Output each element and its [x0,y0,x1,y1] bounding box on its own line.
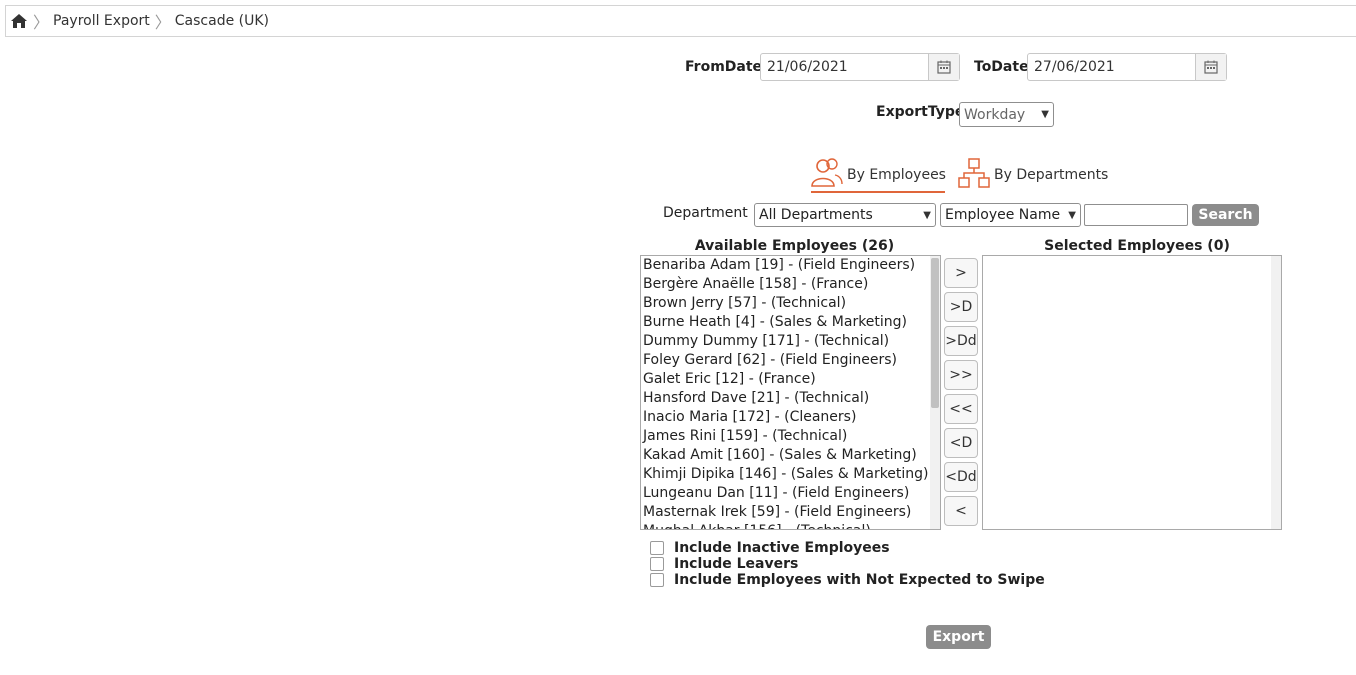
scrollbar-thumb[interactable] [931,258,939,408]
from-date-value[interactable]: 21/06/2021 [761,59,928,75]
list-item[interactable]: Burne Heath [4] - (Sales & Marketing) [643,313,928,332]
list-item[interactable]: Bergère Anaëlle [158] - (France) [643,275,928,294]
add-department-deep-button[interactable]: >Dd [944,326,978,356]
list-item[interactable]: Foley Gerard [62] - (Field Engineers) [643,351,928,370]
list-item[interactable]: Brown Jerry [57] - (Technical) [643,294,928,313]
list-item[interactable]: Dummy Dummy [171] - (Technical) [643,332,928,351]
scrollbar[interactable] [930,256,940,529]
remove-department-deep-button[interactable]: <Dd [944,462,978,492]
tab-by-employees-label: By Employees [847,167,946,183]
tab-by-departments[interactable]: By Departments [958,158,1108,192]
add-department-button[interactable]: >D [944,292,978,322]
to-date-label: ToDate [974,59,1029,75]
calendar-icon[interactable] [1195,54,1226,80]
selected-employees-list[interactable] [982,255,1282,530]
active-tab-indicator [811,191,945,193]
breadcrumb-item-company[interactable]: Cascade (UK) [175,13,269,29]
remove-all-button[interactable]: << [944,394,978,424]
scrollbar[interactable] [1271,256,1281,529]
export-type-label: ExportType [876,104,965,120]
calendar-icon[interactable] [928,54,959,80]
list-item[interactable]: Inacio Maria [172] - (Cleaners) [643,408,928,427]
export-button[interactable]: Export [926,625,991,649]
tab-by-departments-label: By Departments [994,167,1109,183]
chevron-right-icon: 〉 [33,13,50,32]
department-value: All Departments [759,207,873,223]
list-item[interactable]: Mughal Akbar [156] - (Technical) [643,522,928,529]
list-item[interactable]: Khimji Dipika [146] - (Sales & Marketing… [643,465,929,484]
search-button[interactable]: Search [1192,204,1259,226]
chevron-down-icon: ▼ [1068,209,1076,221]
breadcrumb: 〉 Payroll Export 〉 Cascade (UK) [5,5,1356,37]
chevron-down-icon: ▼ [1041,109,1049,120]
search-input[interactable] [1084,204,1188,226]
departments-icon [958,158,990,192]
list-item[interactable]: Kakad Amit [160] - (Sales & Marketing) [643,446,928,465]
available-employees-list[interactable]: Benariba Adam [19] - (Field Engineers) Be… [640,255,941,530]
department-select[interactable]: All Departments ▼ [754,203,936,227]
employees-icon [811,158,843,192]
selected-employees-title: Selected Employees (0) [1044,238,1230,254]
include-leavers-label: Include Leavers [674,556,799,572]
chevron-right-icon: 〉 [154,13,171,32]
list-item[interactable]: Hansford Dave [21] - (Technical) [643,389,928,408]
search-field-select[interactable]: Employee Name ▼ [940,203,1081,227]
list-item[interactable]: Masternak Irek [59] - (Field Engineers) [643,503,928,522]
add-selected-button[interactable]: > [944,258,978,288]
search-field-value: Employee Name [945,207,1061,223]
export-type-value: Workday [964,106,1026,123]
include-leavers-checkbox[interactable] [650,557,664,571]
include-inactive-checkbox[interactable] [650,541,664,555]
to-date-value[interactable]: 27/06/2021 [1028,59,1195,75]
department-label: Department [663,205,748,221]
export-type-select[interactable]: Workday ▼ [959,102,1054,127]
include-not-expected-swipe-label: Include Employees with Not Expected to S… [674,572,1045,588]
from-date-label: FromDate [685,59,763,75]
list-item[interactable]: James Rini [159] - (Technical) [643,427,928,446]
add-all-button[interactable]: >> [944,360,978,390]
tab-by-employees[interactable]: By Employees [811,158,946,192]
remove-department-button[interactable]: <D [944,428,978,458]
list-item[interactable]: Galet Eric [12] - (France) [643,370,928,389]
available-employees-title: Available Employees (26) [694,238,895,254]
chevron-down-icon: ▼ [923,209,931,221]
breadcrumb-item-payroll-export[interactable]: Payroll Export [53,13,150,29]
to-date-field[interactable]: 27/06/2021 [1027,53,1227,81]
from-date-field[interactable]: 21/06/2021 [760,53,960,81]
include-not-expected-swipe-checkbox[interactable] [650,573,664,587]
list-item[interactable]: Benariba Adam [19] - (Field Engineers) [643,256,928,275]
remove-selected-button[interactable]: < [944,496,978,526]
list-item[interactable]: Lungeanu Dan [11] - (Field Engineers) [643,484,928,503]
home-icon[interactable] [10,12,28,30]
include-inactive-label: Include Inactive Employees [674,540,890,556]
